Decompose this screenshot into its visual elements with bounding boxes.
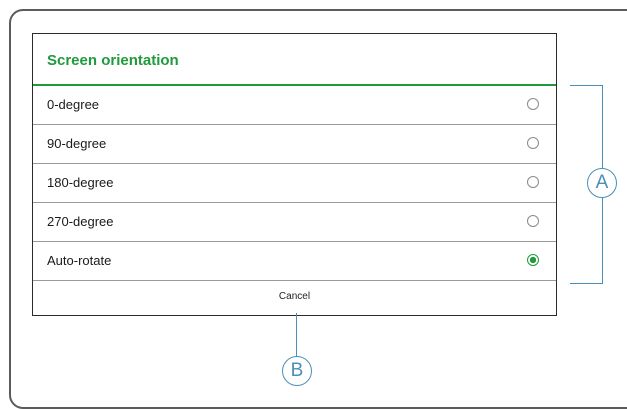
radio-button-270-degree[interactable] (527, 215, 539, 227)
callout-a-bracket-top (570, 85, 603, 86)
cancel-button[interactable]: Cancel (33, 279, 556, 315)
callout-a-bracket-bottom (570, 283, 603, 284)
option-label: 270-degree (47, 214, 114, 229)
screen-orientation-dialog: Screen orientation 0-degree 90-degree 18… (32, 33, 557, 316)
radio-button-90-degree[interactable] (527, 137, 539, 149)
option-label: 90-degree (47, 136, 107, 151)
option-label: 0-degree (47, 97, 100, 112)
option-label: Auto-rotate (47, 253, 112, 268)
radio-button-180-degree[interactable] (527, 176, 539, 188)
radio-button-0-degree[interactable] (527, 98, 539, 110)
callout-a-marker: A (587, 168, 617, 198)
radio-button-auto-rotate[interactable] (527, 254, 539, 266)
option-180-degree[interactable]: 180-degree (33, 164, 556, 203)
callout-b-marker: B (282, 356, 312, 386)
dialog-title: Screen orientation (47, 52, 179, 69)
callout-b-line (296, 313, 297, 359)
option-0-degree[interactable]: 0-degree (33, 86, 556, 125)
option-270-degree[interactable]: 270-degree (33, 203, 556, 242)
option-90-degree[interactable]: 90-degree (33, 125, 556, 164)
option-auto-rotate[interactable]: Auto-rotate (33, 242, 556, 281)
option-label: 180-degree (47, 175, 114, 190)
